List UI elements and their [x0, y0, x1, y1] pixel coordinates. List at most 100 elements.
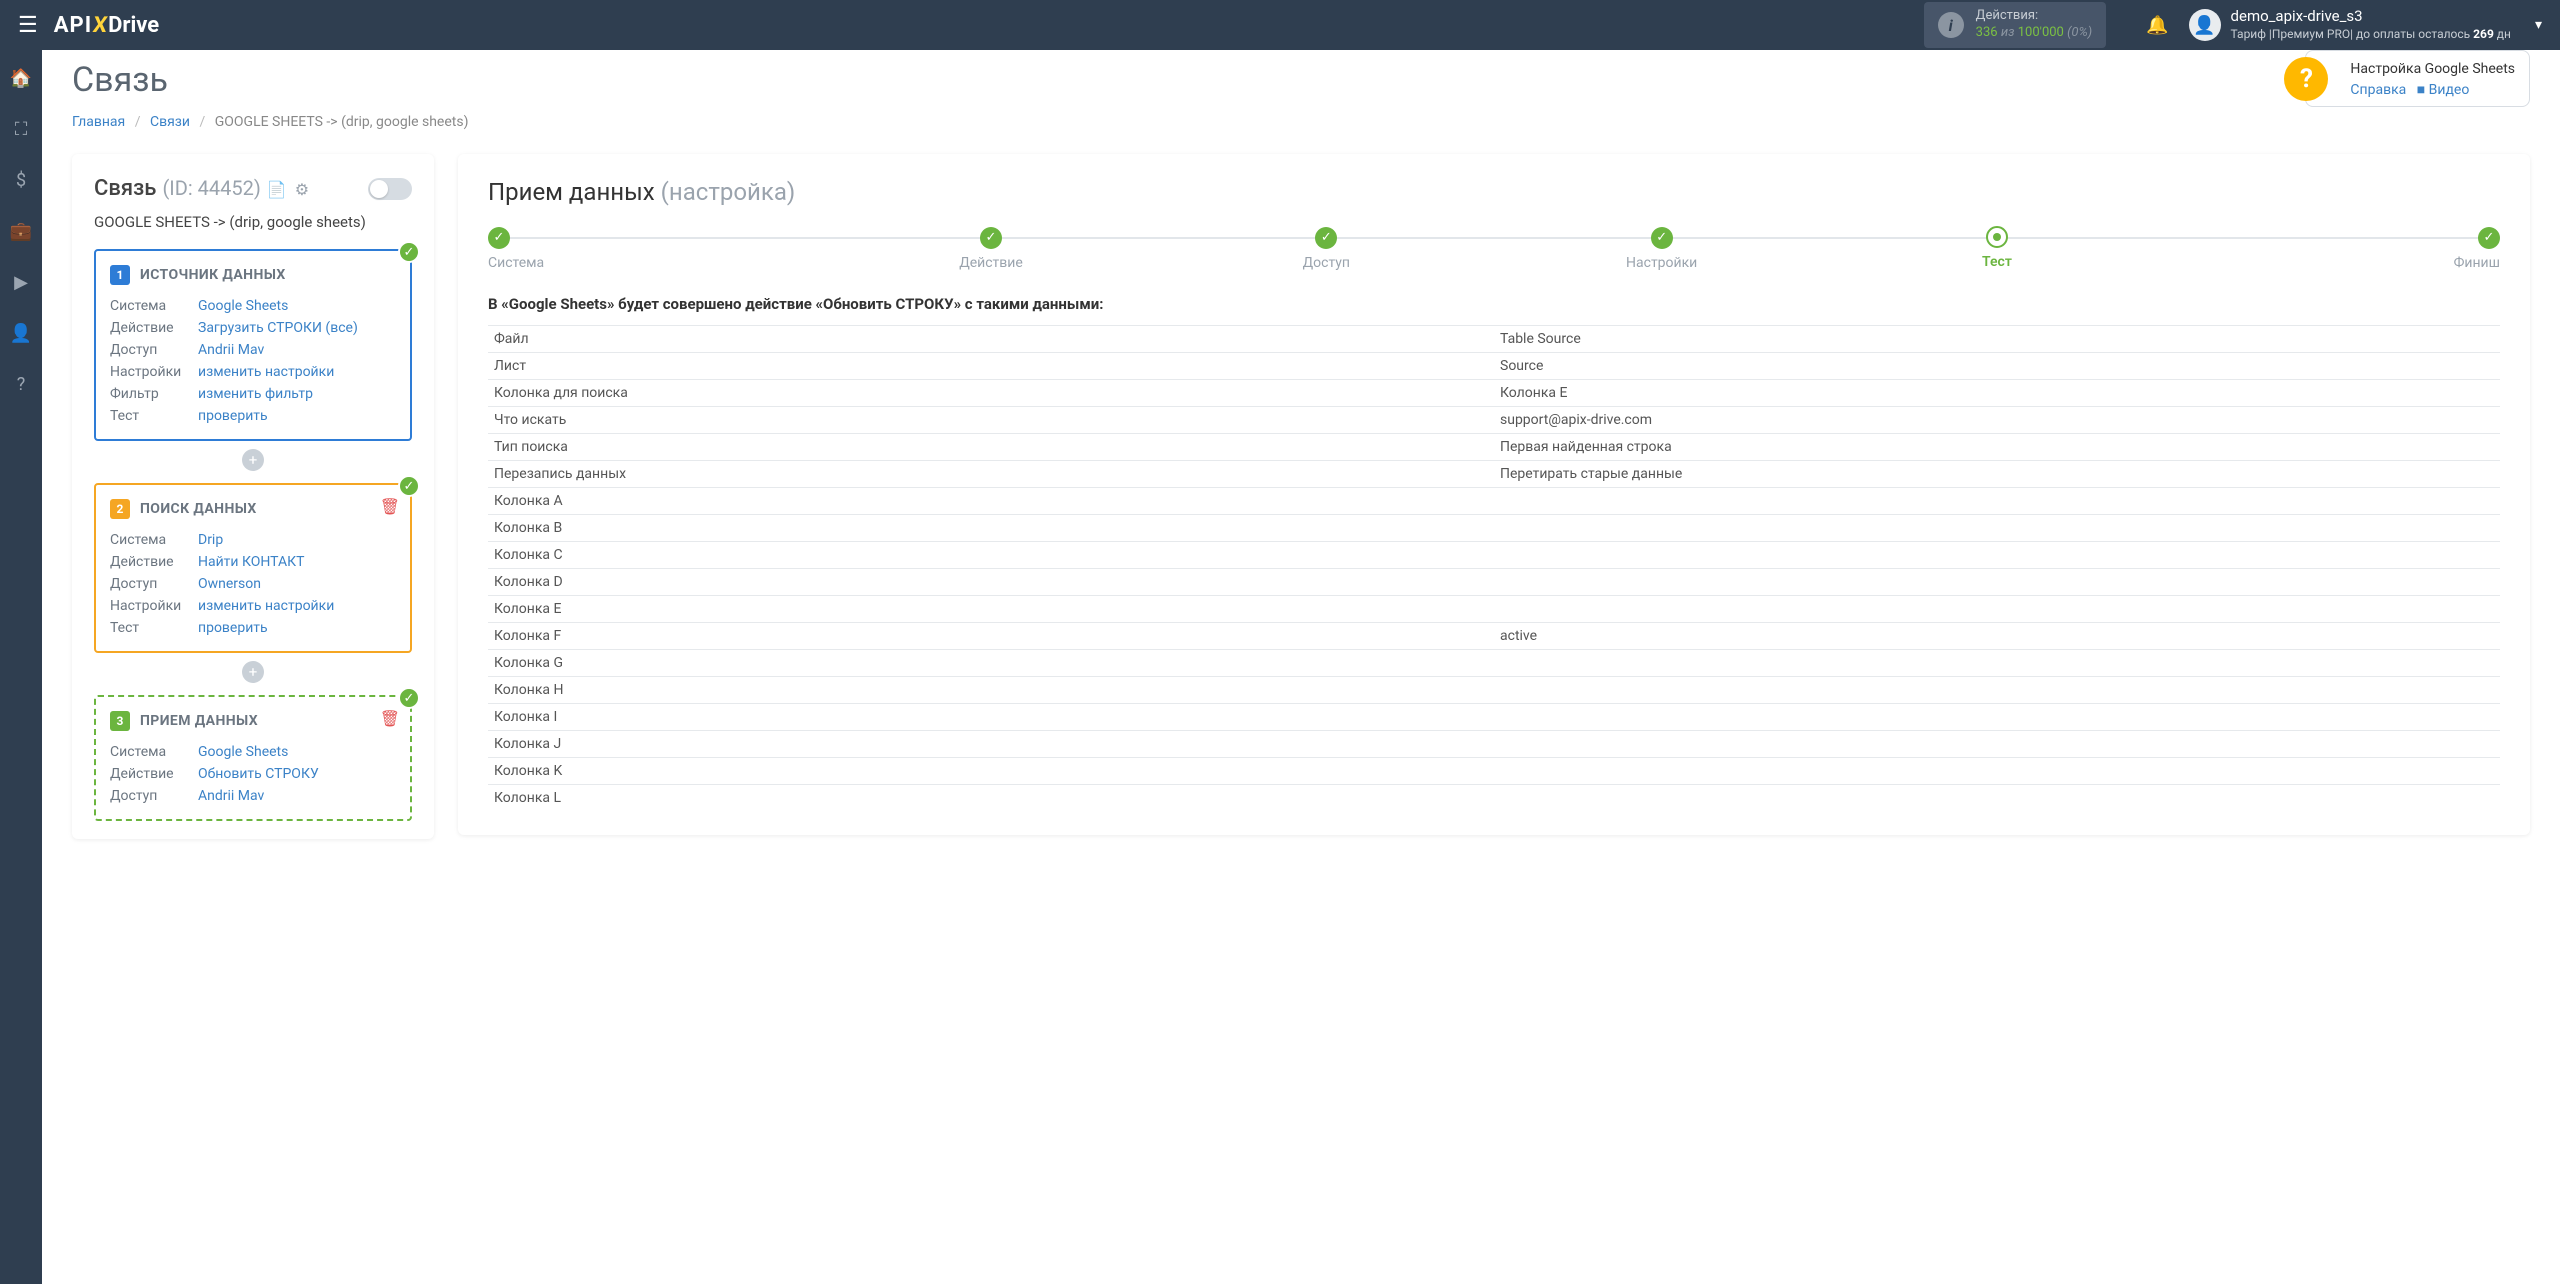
- connection-toggle[interactable]: [368, 178, 412, 200]
- menu-toggle-icon[interactable]: ☰: [10, 13, 46, 38]
- search-test-link[interactable]: проверить: [198, 617, 268, 639]
- nav-help-icon[interactable]: ?: [0, 368, 42, 401]
- user-menu[interactable]: 👤 demo_apix-drive_s3 Тариф |Премиум PRO|…: [2189, 7, 2550, 42]
- source-access-link[interactable]: Andrii Mav: [198, 339, 264, 361]
- row-key: Колонка для поиска: [488, 379, 1494, 406]
- help-question-icon[interactable]: ?: [2284, 57, 2328, 101]
- row-value: [1494, 568, 2500, 595]
- table-row: Колонка J: [488, 730, 2500, 757]
- row-value: active: [1494, 622, 2500, 649]
- nav-billing-icon[interactable]: $: [0, 164, 42, 197]
- nav-connections-icon[interactable]: ⛶: [0, 113, 42, 146]
- actions-usage-badge[interactable]: i Действия: 336 из 100'000 (0%): [1924, 2, 2106, 48]
- source-settings-link[interactable]: изменить настройки: [198, 361, 334, 383]
- card-title: ИСТОЧНИК ДАННЫХ: [140, 267, 286, 283]
- source-card[interactable]: ✓ 1 ИСТОЧНИК ДАННЫХ СистемаGoogle Sheets…: [94, 249, 412, 441]
- row-key: Перезапись данных: [488, 460, 1494, 487]
- help-video-link[interactable]: Видео: [2429, 82, 2470, 98]
- row-key: Тип поиска: [488, 433, 1494, 460]
- source-test-link[interactable]: проверить: [198, 405, 268, 427]
- actions-usage-text: Действия: 336 из 100'000 (0%): [1976, 8, 2092, 42]
- search-access-link[interactable]: Ownerson: [198, 573, 261, 595]
- topbar: ☰ APIXDrive i Действия: 336 из 100'000 (…: [0, 0, 2560, 50]
- row-key: Файл: [488, 325, 1494, 352]
- source-filter-link[interactable]: изменить фильтр: [198, 383, 313, 405]
- table-row: Перезапись данныхПеретирать старые данны…: [488, 460, 2500, 487]
- field-label: Система: [110, 295, 198, 317]
- source-action-link[interactable]: Загрузить СТРОКИ (все): [198, 317, 358, 339]
- stepper: ✓Система✓Действие✓Доступ✓НастройкиТест✓Ф…: [488, 226, 2500, 271]
- table-row: Колонка E: [488, 595, 2500, 622]
- field-label: Доступ: [110, 573, 198, 595]
- info-icon: i: [1938, 12, 1964, 38]
- row-value: [1494, 757, 2500, 784]
- row-value: [1494, 541, 2500, 568]
- step-label: Действие: [823, 255, 1158, 271]
- search-card[interactable]: ✓ 🗑 2 ПОИСК ДАННЫХ СистемаDrip ДействиеН…: [94, 483, 412, 653]
- nav-user-icon[interactable]: 👤: [0, 317, 42, 350]
- panel-title: Связь: [94, 176, 156, 201]
- field-label: Действие: [110, 551, 198, 573]
- nav-video-icon[interactable]: ▶: [0, 266, 42, 299]
- step-доступ[interactable]: ✓Доступ: [1159, 226, 1494, 271]
- breadcrumb-home[interactable]: Главная: [72, 114, 125, 130]
- row-key: Колонка F: [488, 622, 1494, 649]
- table-row: Колонка D: [488, 568, 2500, 595]
- help-reference-link[interactable]: Справка: [2350, 82, 2406, 98]
- breadcrumb-links[interactable]: Связи: [150, 114, 190, 130]
- avatar-icon: 👤: [2189, 9, 2221, 41]
- step-label: Система: [488, 255, 823, 271]
- search-system-link[interactable]: Drip: [198, 529, 223, 551]
- field-label: Доступ: [110, 785, 198, 807]
- row-value: [1494, 595, 2500, 622]
- source-system-link[interactable]: Google Sheets: [198, 295, 288, 317]
- gear-icon[interactable]: ⚙: [295, 180, 309, 199]
- help-title: Настройка Google Sheets: [2350, 61, 2515, 77]
- step-label: Доступ: [1159, 255, 1494, 271]
- nav-home-icon[interactable]: 🏠: [0, 62, 42, 95]
- add-step-button[interactable]: +: [242, 449, 264, 471]
- connection-panel: Связь (ID: 44452) 📄 ⚙ GOOGLE SHEETS -> (…: [72, 154, 434, 839]
- dest-system-link[interactable]: Google Sheets: [198, 741, 288, 763]
- table-row: Колонка Factive: [488, 622, 2500, 649]
- add-step-button[interactable]: +: [242, 661, 264, 683]
- field-label: Настройки: [110, 595, 198, 617]
- row-key: Колонка D: [488, 568, 1494, 595]
- row-value: Table Source: [1494, 325, 2500, 352]
- row-key: Колонка G: [488, 649, 1494, 676]
- table-row: ФайлTable Source: [488, 325, 2500, 352]
- nav-briefcase-icon[interactable]: 💼: [0, 215, 42, 248]
- trash-icon[interactable]: 🗑: [380, 709, 400, 728]
- logo[interactable]: APIXDrive: [54, 13, 159, 38]
- search-action-link[interactable]: Найти КОНТАКТ: [198, 551, 304, 573]
- search-settings-link[interactable]: изменить настройки: [198, 595, 334, 617]
- notifications-icon[interactable]: 🔔: [2146, 15, 2168, 36]
- step-действие[interactable]: ✓Действие: [823, 226, 1158, 271]
- row-key: Колонка B: [488, 514, 1494, 541]
- card-title: ПОИСК ДАННЫХ: [140, 501, 257, 517]
- trash-icon[interactable]: 🗑: [380, 497, 400, 516]
- step-тест[interactable]: Тест: [1829, 226, 2164, 270]
- dest-action-link[interactable]: Обновить СТРОКУ: [198, 763, 319, 785]
- panel-subtitle: GOOGLE SHEETS -> (drip, google sheets): [94, 213, 412, 231]
- table-row: Колонка для поискаКолонка E: [488, 379, 2500, 406]
- step-настройки[interactable]: ✓Настройки: [1494, 226, 1829, 271]
- step-система[interactable]: ✓Система: [488, 226, 823, 271]
- config-panel: Прием данных (настройка) ✓Система✓Действ…: [458, 154, 2530, 835]
- table-row: Колонка C: [488, 541, 2500, 568]
- table-row: ЛистSource: [488, 352, 2500, 379]
- row-value: [1494, 730, 2500, 757]
- step-финиш[interactable]: ✓Финиш: [2165, 226, 2500, 271]
- field-label: Тест: [110, 617, 198, 639]
- check-icon: ✓: [398, 687, 420, 709]
- field-label: Доступ: [110, 339, 198, 361]
- copy-icon[interactable]: 📄: [267, 180, 287, 199]
- destination-card[interactable]: ✓ 🗑 3 ПРИЕМ ДАННЫХ СистемаGoogle Sheets …: [94, 695, 412, 821]
- step-label: Финиш: [2165, 255, 2500, 271]
- breadcrumb-current: GOOGLE SHEETS -> (drip, google sheets): [215, 114, 469, 130]
- check-icon: ✓: [398, 475, 420, 497]
- video-icon: ■: [2417, 82, 2425, 98]
- dest-access-link[interactable]: Andrii Mav: [198, 785, 264, 807]
- page-title: Связь: [72, 60, 2530, 100]
- table-row: Колонка G: [488, 649, 2500, 676]
